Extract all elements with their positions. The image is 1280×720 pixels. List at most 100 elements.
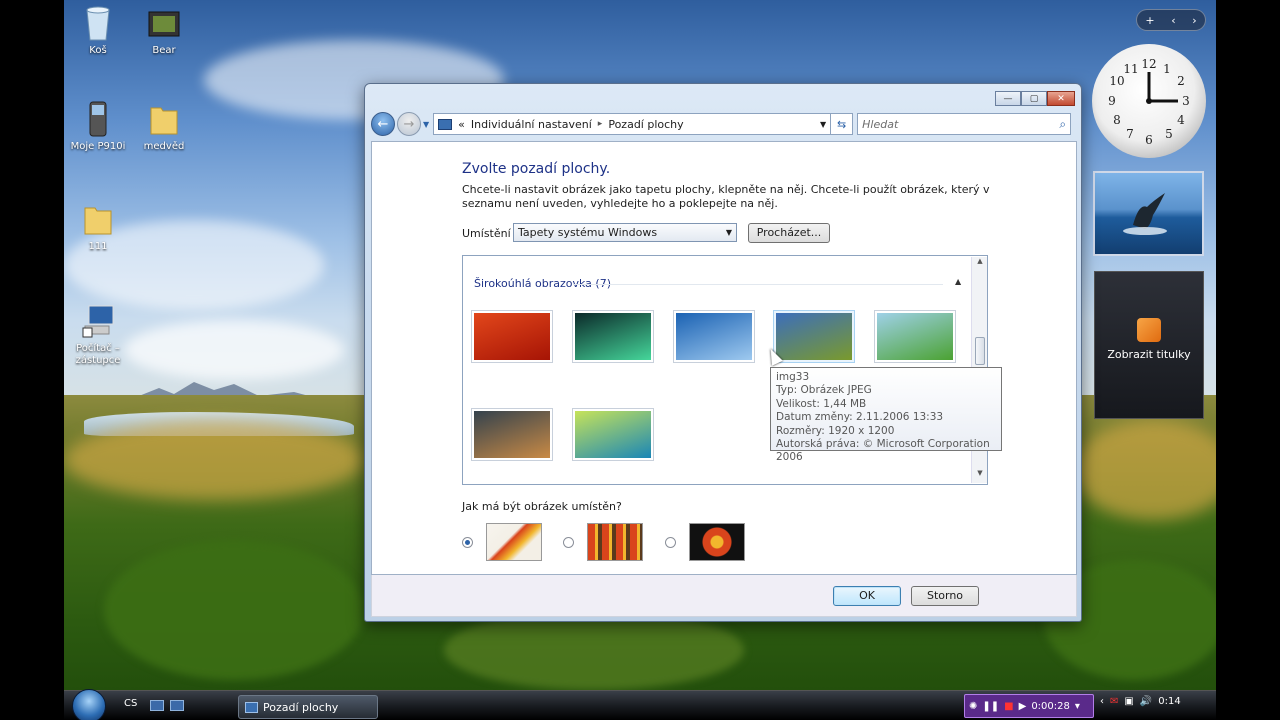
svg-text:4: 4 xyxy=(1177,113,1185,127)
svg-text:9: 9 xyxy=(1108,94,1116,108)
breadcrumb-prefix[interactable]: « xyxy=(458,118,465,131)
tray-clock[interactable]: 0:14 xyxy=(1158,696,1180,707)
stop-icon[interactable]: ■ xyxy=(1004,701,1013,712)
position-radio-tile[interactable] xyxy=(563,537,574,548)
show-desktop-icon[interactable] xyxy=(150,700,164,711)
svg-text:12: 12 xyxy=(1141,57,1156,71)
play-icon[interactable]: ▶ xyxy=(1019,701,1027,712)
clock-gadget[interactable]: 12 1 2 3 4 5 6 7 8 9 10 11 xyxy=(1092,44,1206,158)
collapse-icon[interactable]: ▲ xyxy=(955,277,961,286)
folder-icon xyxy=(150,107,178,135)
network-alert-icon[interactable]: ✉ xyxy=(1110,696,1118,707)
position-fill-icon[interactable] xyxy=(486,523,542,561)
slideshow-gadget[interactable] xyxy=(1093,171,1204,256)
breadcrumb-background[interactable]: Pozadí plochy xyxy=(608,118,683,131)
svg-text:6: 6 xyxy=(1145,133,1153,147)
wallpaper-bush xyxy=(444,610,744,690)
navigation-bar: ← → ▼ « Individuální nastavení ▸ Pozadí … xyxy=(371,111,1077,137)
media-time: 0:00:28 xyxy=(1031,700,1070,712)
image-tooltip: img33 Typ: Obrázek JPEG Velikost: 1,44 M… xyxy=(770,367,1002,463)
thumb-image xyxy=(877,313,953,360)
thumb-image xyxy=(575,313,651,360)
thumb-image xyxy=(776,313,852,360)
clock-face-icon: 12 12 3 45678 9 1011 xyxy=(1108,57,1190,147)
add-gadget-button[interactable]: + xyxy=(1145,14,1154,27)
group-divider xyxy=(573,284,943,285)
minimize-button[interactable]: — xyxy=(995,91,1021,106)
desktop: Koš Bear Moje P910i medvěd 111 Počítač –… xyxy=(64,0,1216,720)
forward-button[interactable]: → xyxy=(397,112,421,136)
tooltip-size: Velikost: 1,44 MB xyxy=(776,397,867,410)
desktop-icon-computer[interactable]: Počítač – zástupce xyxy=(64,302,132,367)
breadcrumb-separator-icon[interactable]: ▸ xyxy=(598,119,603,129)
page-title: Zvolte pozadí plochy. xyxy=(462,161,611,177)
start-button[interactable] xyxy=(72,689,106,720)
system-tray: ‹ ✉ ▣ 🔊 0:14 xyxy=(1100,696,1181,707)
language-indicator[interactable]: CS xyxy=(124,698,137,709)
position-radio-fill[interactable] xyxy=(462,537,473,548)
svg-text:5: 5 xyxy=(1165,127,1173,141)
wallpaper-thumb-green-hills[interactable] xyxy=(773,310,855,363)
search-icon[interactable]: ⌕ xyxy=(1059,117,1066,132)
search-input[interactable]: Hledat ⌕ xyxy=(857,113,1072,135)
network-icon[interactable]: ▣ xyxy=(1124,696,1133,707)
position-radio-center[interactable] xyxy=(665,537,676,548)
control-panel-icon xyxy=(438,118,453,130)
history-dropdown-icon[interactable]: ▼ xyxy=(423,120,429,129)
letterbox-left xyxy=(0,0,64,720)
maximize-button[interactable]: ▢ xyxy=(1021,91,1047,106)
thumb-image xyxy=(474,313,550,360)
ok-button[interactable]: OK xyxy=(833,586,901,606)
scrollbar-thumb[interactable] xyxy=(975,337,985,365)
control-panel-icon xyxy=(245,701,258,713)
media-menu-icon[interactable]: ▾ xyxy=(1075,701,1080,712)
scroll-down-icon[interactable]: ▼ xyxy=(972,469,988,483)
caption-buttons: — ▢ ✕ xyxy=(995,91,1075,106)
browse-button[interactable]: Procházet... xyxy=(748,223,830,243)
media-logo-icon: ✺ xyxy=(969,700,978,712)
media-toolbar[interactable]: ✺ ❚❚ ■ ▶ 0:00:28 ▾ xyxy=(964,694,1094,718)
close-button[interactable]: ✕ xyxy=(1047,91,1075,106)
wallpaper-thumb-aurora-green[interactable] xyxy=(572,408,654,461)
desktop-icon-bear-video[interactable]: Bear xyxy=(130,4,198,57)
wallpaper-thumb-red-flower[interactable] xyxy=(471,310,553,363)
scroll-up-icon[interactable]: ▲ xyxy=(972,257,988,271)
refresh-button[interactable]: ⇆ xyxy=(831,113,854,135)
tooltip-type: Typ: Obrázek JPEG xyxy=(776,384,872,397)
desktop-icon-folder-medved[interactable]: medvěd xyxy=(130,100,198,153)
wallpaper-thumb-rock-lake[interactable] xyxy=(471,408,553,461)
wallpaper-thumb-fish[interactable] xyxy=(673,310,755,363)
position-label: Jak má být obrázek umístěn? xyxy=(462,500,622,513)
volume-icon[interactable]: 🔊 xyxy=(1140,696,1152,707)
desktop-icon-recycle-bin[interactable]: Koš xyxy=(64,4,132,57)
video-icon xyxy=(148,11,180,37)
thumb-image xyxy=(575,411,651,458)
address-bar[interactable]: « Individuální nastavení ▸ Pozadí plochy… xyxy=(433,113,832,135)
whale-tail-icon xyxy=(1123,193,1167,235)
wallpaper-thumb-palm-leaf[interactable] xyxy=(874,310,956,363)
taskbar-button-background[interactable]: Pozadí plochy xyxy=(238,695,378,719)
cancel-button[interactable]: Storno xyxy=(911,586,979,606)
location-select[interactable]: Tapety systému Windows ▼ xyxy=(513,223,737,242)
switch-windows-icon[interactable] xyxy=(170,700,184,711)
wallpaper-thumb-aurora[interactable] xyxy=(572,310,654,363)
svg-text:7: 7 xyxy=(1126,127,1134,141)
address-dropdown-icon[interactable]: ▼ xyxy=(820,120,826,129)
breadcrumb-personalization[interactable]: Individuální nastavení xyxy=(471,118,592,131)
wallpaper-grass xyxy=(64,420,364,500)
svg-text:3: 3 xyxy=(1182,94,1190,108)
desktop-icon-folder-111[interactable]: 111 xyxy=(64,200,132,253)
prev-icon[interactable]: ‹ xyxy=(1171,14,1175,27)
tooltip-copyright: Autorská práva: © Microsoft Corporation … xyxy=(776,438,990,464)
folder-icon xyxy=(84,207,112,235)
tray-expand-icon[interactable]: ‹ xyxy=(1100,696,1104,707)
back-button[interactable]: ← xyxy=(371,112,395,136)
feed-gadget[interactable]: Zobrazit titulky xyxy=(1094,271,1204,419)
sidebar-controls[interactable]: + ‹ › xyxy=(1136,9,1206,31)
desktop-icon-phone[interactable]: Moje P910i xyxy=(64,100,132,153)
feed-label[interactable]: Zobrazit titulky xyxy=(1107,348,1190,361)
position-center-icon[interactable] xyxy=(689,523,745,561)
position-tile-icon[interactable] xyxy=(587,523,643,561)
next-icon[interactable]: › xyxy=(1192,14,1196,27)
pause-icon[interactable]: ❚❚ xyxy=(982,701,999,712)
